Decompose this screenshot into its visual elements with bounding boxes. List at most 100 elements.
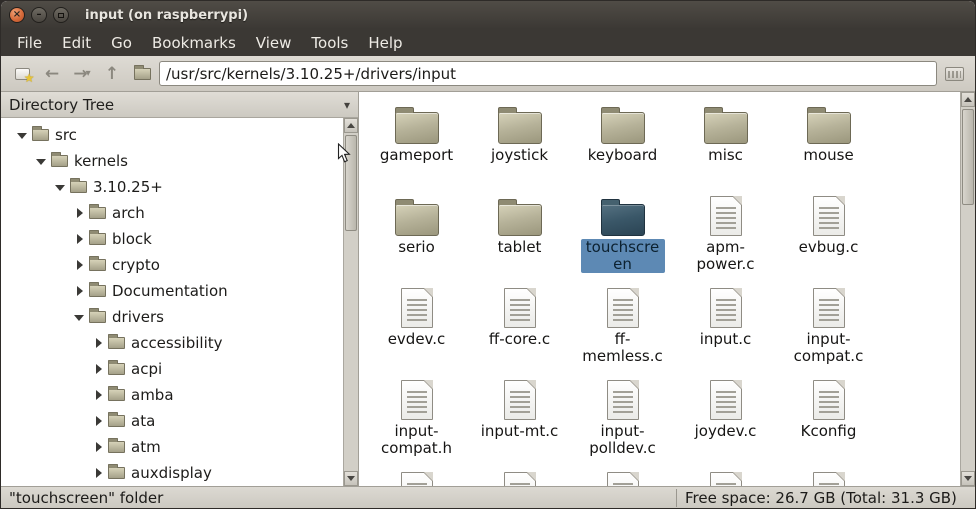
tree-item-ata[interactable]: ata	[1, 408, 343, 434]
tree-item-drivers[interactable]: drivers	[1, 304, 343, 330]
expander-collapsed-icon[interactable]	[74, 207, 85, 219]
grid-item-input-compat-h[interactable]: input-compat.h	[365, 374, 468, 466]
file-icon	[812, 196, 845, 236]
file-icon	[503, 472, 536, 486]
grid-item-evdev-c[interactable]: evdev.c	[365, 282, 468, 374]
scroll-down-button[interactable]	[344, 471, 358, 486]
grid-item-serio[interactable]: serio	[365, 190, 468, 282]
tree-item-kernels[interactable]: kernels	[1, 148, 343, 174]
tree-item-amba[interactable]: amba	[1, 382, 343, 408]
path-input[interactable]	[159, 61, 937, 86]
tree-item-3-10-25[interactable]: 3.10.25+	[1, 174, 343, 200]
keyboard-toggle-button[interactable]	[941, 61, 967, 87]
grid-item-ff-core-c[interactable]: ff-core.c	[468, 282, 571, 374]
up-icon: ↑	[104, 63, 120, 84]
expander-collapsed-icon[interactable]	[93, 441, 104, 453]
menu-go[interactable]: Go	[101, 31, 142, 55]
expander-collapsed-icon[interactable]	[93, 337, 104, 349]
expander-collapsed-icon[interactable]	[93, 389, 104, 401]
expander-expanded-icon[interactable]	[36, 156, 47, 167]
menu-bookmarks[interactable]: Bookmarks	[142, 31, 246, 55]
grid-item-partial[interactable]	[468, 466, 571, 486]
expander-collapsed-icon[interactable]	[74, 285, 85, 297]
tree-item-auxdisplay[interactable]: auxdisplay	[1, 460, 343, 486]
grid-item-joystick[interactable]: joystick	[468, 98, 571, 190]
close-icon[interactable]: ×	[9, 7, 25, 23]
menu-tools[interactable]: Tools	[301, 31, 358, 55]
grid-item-input-mt-c[interactable]: input-mt.c	[468, 374, 571, 466]
folder-icon	[108, 464, 125, 479]
sidebar-header-label: Directory Tree	[9, 95, 115, 114]
expander-collapsed-icon[interactable]	[93, 363, 104, 375]
scrollbar-track[interactable]	[961, 107, 975, 471]
grid-item-label: evdev.c	[387, 330, 446, 348]
grid-item-kconfig[interactable]: Kconfig	[777, 374, 880, 466]
grid-item-misc[interactable]: misc	[674, 98, 777, 190]
up-button[interactable]: ↑	[99, 61, 125, 87]
grid-item-ff-memless-c[interactable]: ff-memless.c	[571, 282, 674, 374]
main-scrollbar[interactable]	[960, 92, 975, 486]
menu-edit[interactable]: Edit	[52, 31, 101, 55]
menu-view[interactable]: View	[246, 31, 302, 55]
tree-item-arch[interactable]: arch	[1, 200, 343, 226]
grid-item-evbug-c[interactable]: evbug.c	[777, 190, 880, 282]
grid-item-input-polldev-c[interactable]: input-polldev.c	[571, 374, 674, 466]
grid-item-partial[interactable]	[365, 466, 468, 486]
scroll-up-button[interactable]	[961, 92, 975, 107]
file-icon	[400, 288, 433, 328]
expander-collapsed-icon[interactable]	[74, 259, 85, 271]
folder-icon	[497, 199, 542, 236]
grid-item-keyboard[interactable]: keyboard	[571, 98, 674, 190]
maximize-icon[interactable]	[53, 7, 69, 23]
grid-item-label: Kconfig	[800, 422, 857, 440]
grid-item-gameport[interactable]: gameport	[365, 98, 468, 190]
new-tab-button[interactable]: ★	[9, 61, 35, 87]
grid-item-apm-power-c[interactable]: apm-power.c	[674, 190, 777, 282]
grid-item-input-compat-c[interactable]: input-compat.c	[777, 282, 880, 374]
grid-item-joydev-c[interactable]: joydev.c	[674, 374, 777, 466]
grid-item-touchscreen-selected[interactable]: touchscreen	[571, 190, 674, 282]
scroll-down-button[interactable]	[961, 471, 975, 486]
folder-icon	[89, 230, 106, 245]
tree-item-documentation[interactable]: Documentation	[1, 278, 343, 304]
grid-item-label: input-mt.c	[480, 422, 559, 440]
tree-item-accessibility[interactable]: accessibility	[1, 330, 343, 356]
tree-item-block[interactable]: block	[1, 226, 343, 252]
tree-item-acpi[interactable]: acpi	[1, 356, 343, 382]
back-button[interactable]: ←	[39, 61, 65, 87]
home-button[interactable]	[129, 61, 155, 87]
grid-item-input-c[interactable]: input.c	[674, 282, 777, 374]
tree-item-src[interactable]: src	[1, 122, 343, 148]
forward-button[interactable]: → ▾	[69, 61, 95, 87]
expander-collapsed-icon[interactable]	[93, 467, 104, 479]
scrollbar-track[interactable]	[344, 133, 358, 471]
minimize-icon[interactable]: –	[31, 7, 47, 23]
grid-item-partial[interactable]	[777, 466, 880, 486]
scrollbar-thumb[interactable]	[345, 135, 357, 231]
expander-expanded-icon[interactable]	[74, 312, 85, 323]
grid-item-partial[interactable]	[571, 466, 674, 486]
scroll-up-button[interactable]	[344, 118, 358, 133]
tree-item-atm[interactable]: atm	[1, 434, 343, 460]
grid-item-partial[interactable]	[674, 466, 777, 486]
menu-file[interactable]: File	[7, 31, 52, 55]
scrollbar-thumb[interactable]	[962, 109, 974, 205]
sidebar-mode-selector[interactable]: Directory Tree ▾	[1, 92, 358, 118]
folder-icon	[806, 107, 851, 144]
menu-help[interactable]: Help	[358, 31, 412, 55]
grid-item-tablet[interactable]: tablet	[468, 190, 571, 282]
expander-expanded-icon[interactable]	[55, 182, 66, 193]
back-icon: ←	[44, 63, 60, 84]
expander-collapsed-icon[interactable]	[74, 233, 85, 245]
chevron-down-icon: ▾	[343, 97, 350, 112]
grid-item-mouse[interactable]: mouse	[777, 98, 880, 190]
tree-scrollbar[interactable]	[343, 118, 358, 486]
folder-icon	[70, 178, 87, 193]
file-icon	[812, 472, 845, 486]
grid-item-label: keyboard	[587, 146, 658, 164]
tree-panel: src kernels 3.10.25+ arch block crypto D…	[1, 118, 358, 486]
tree-item-crypto[interactable]: crypto	[1, 252, 343, 278]
expander-expanded-icon[interactable]	[17, 130, 28, 141]
sidebar: Directory Tree ▾ src kernels 3.10.25+ ar…	[1, 92, 359, 486]
expander-collapsed-icon[interactable]	[93, 415, 104, 427]
